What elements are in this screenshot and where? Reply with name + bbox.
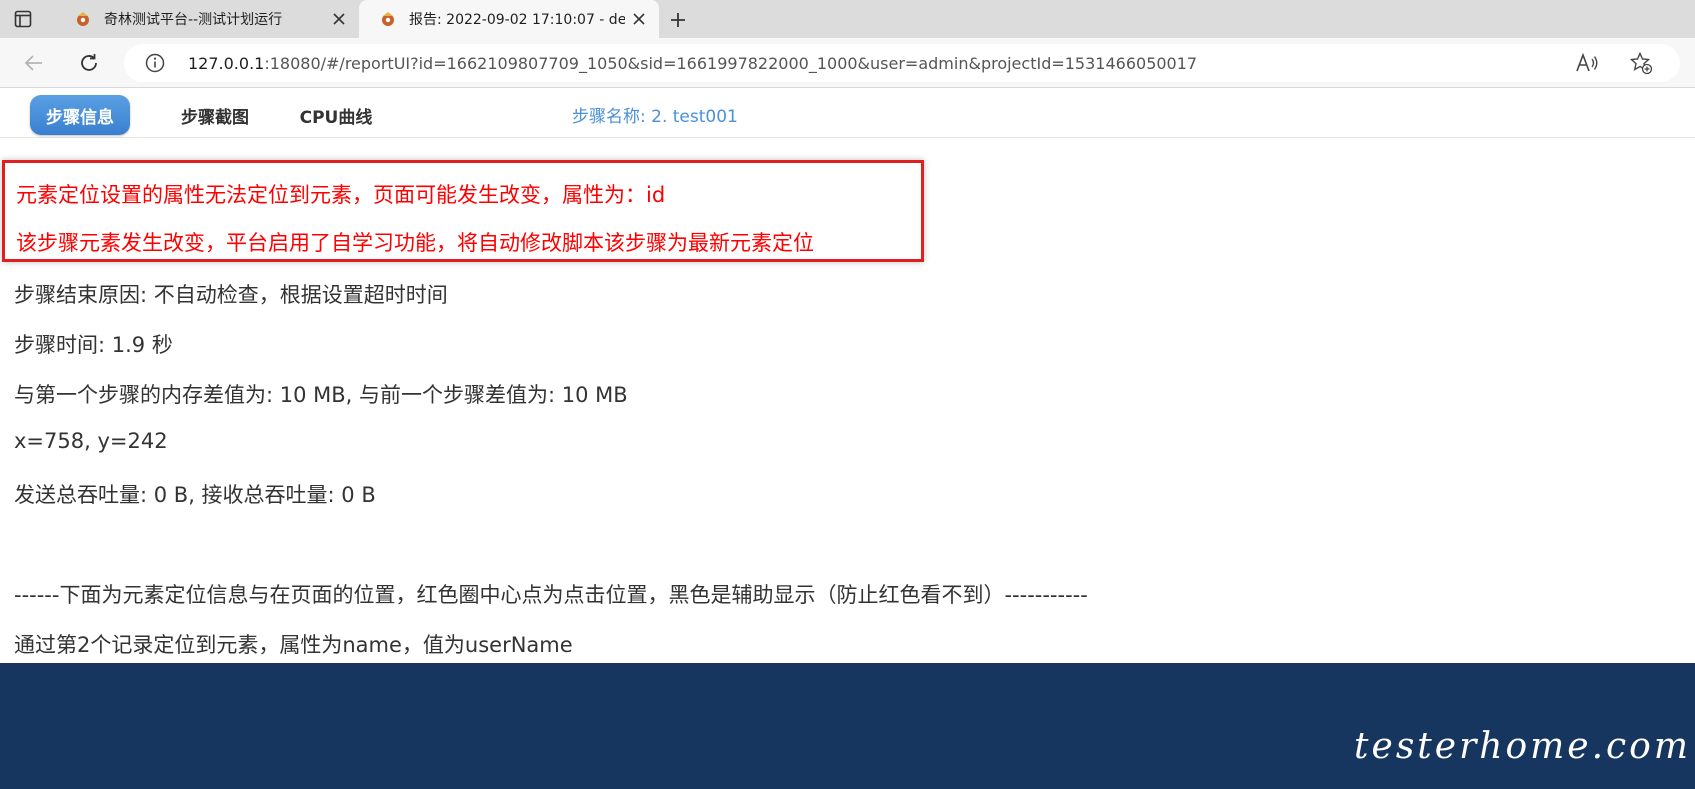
browser-tab-report[interactable]: 报告: 2022-09-02 17:10:07 - dem bbox=[359, 0, 659, 38]
tab-actions-icon[interactable] bbox=[12, 8, 34, 30]
add-favorite-icon[interactable] bbox=[1628, 50, 1654, 76]
browser-tab-strip: 奇林测试平台--测试计划运行 报告: 2022-09-02 17:10:07 -… bbox=[0, 0, 1695, 38]
browser-tab-test-plan[interactable]: 奇林测试平台--测试计划运行 bbox=[54, 0, 359, 38]
close-icon[interactable] bbox=[625, 5, 653, 33]
step-time: 步骤时间: 1.9 秒 bbox=[14, 333, 173, 357]
favicon-icon bbox=[379, 10, 397, 28]
info-icon[interactable] bbox=[144, 52, 166, 74]
favicon-icon bbox=[74, 10, 92, 28]
back-arrow-icon[interactable] bbox=[20, 49, 48, 77]
tab-title: 奇林测试平台--测试计划运行 bbox=[104, 12, 283, 28]
alert-message: 元素定位设置的属性无法定位到元素，页面可能发生改变，属性为：id bbox=[16, 183, 666, 207]
tab-step-info[interactable]: 步骤信息 bbox=[30, 95, 130, 135]
tab-step-screenshot[interactable]: 步骤截图 bbox=[165, 95, 265, 135]
throughput: 发送总吞吐量: 0 B, 接收总吞吐量: 0 B bbox=[14, 483, 376, 507]
read-aloud-icon[interactable] bbox=[1574, 50, 1600, 76]
step-name: 步骤名称: 2. test001 bbox=[572, 107, 738, 127]
alert-box: 元素定位设置的属性无法定位到元素，页面可能发生改变，属性为：id 该步骤元素发生… bbox=[2, 160, 924, 262]
locator-section-divider: ------下面为元素定位信息与在页面的位置，红色圈中心点为点击位置，黑色是辅助… bbox=[14, 583, 1088, 607]
plus-icon[interactable] bbox=[664, 6, 692, 34]
alert-message: 该步骤元素发生改变，平台启用了自学习功能，将自动修改脚本该步骤为最新元素定位 bbox=[16, 231, 814, 255]
locator-record: 通过第2个记录定位到元素，属性为name，值为userName bbox=[14, 633, 573, 657]
address-bar[interactable]: 127.0.0.1:18080/#/reportUI?id=1662109807… bbox=[124, 44, 1680, 82]
footer-banner: testerhome.com bbox=[0, 663, 1695, 789]
end-reason: 步骤结束原因: 不自动检查，根据设置超时时间 bbox=[14, 283, 448, 307]
watermark: testerhome.com bbox=[1354, 726, 1691, 767]
url-text[interactable]: 127.0.0.1:18080/#/reportUI?id=1662109807… bbox=[188, 54, 1197, 73]
memory-diff: 与第一个步骤的内存差值为: 10 MB, 与前一个步骤差值为: 10 MB bbox=[14, 383, 628, 407]
reload-icon[interactable] bbox=[75, 49, 103, 77]
close-icon[interactable] bbox=[325, 5, 353, 33]
report-tab-bar: 步骤信息 步骤截图 CPU曲线 步骤名称: 2. test001 bbox=[0, 88, 1695, 138]
browser-toolbar: 127.0.0.1:18080/#/reportUI?id=1662109807… bbox=[0, 38, 1695, 88]
tab-title: 报告: 2022-09-02 17:10:07 - dem bbox=[409, 12, 625, 28]
url-path: :18080/#/reportUI?id=1662109807709_1050&… bbox=[264, 53, 1198, 73]
tab-cpu-curve[interactable]: CPU曲线 bbox=[288, 95, 384, 135]
url-host: 127.0.0.1 bbox=[188, 53, 265, 73]
click-coordinates: x=758, y=242 bbox=[14, 429, 168, 453]
